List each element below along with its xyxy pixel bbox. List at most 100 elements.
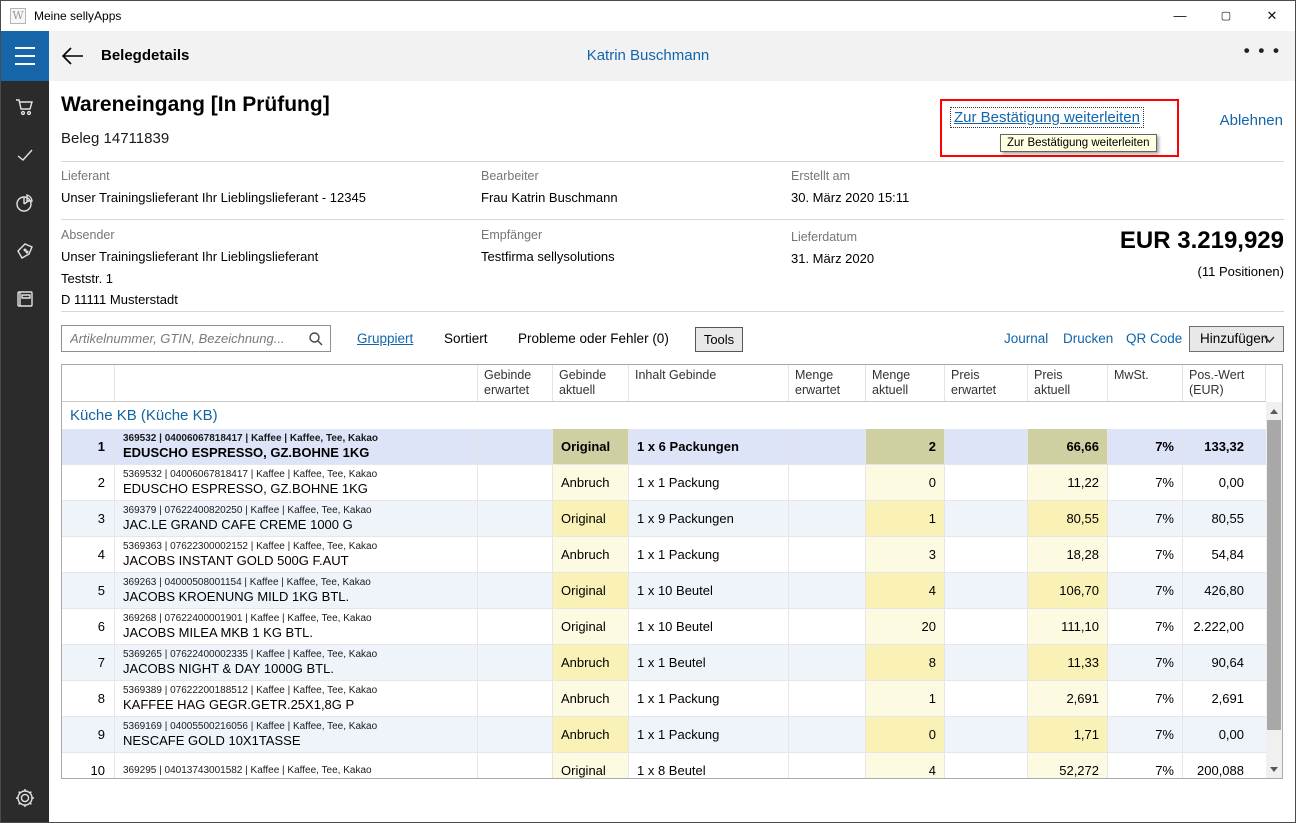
minimize-button[interactable]: — — [1157, 1, 1203, 31]
table-row[interactable]: 2 5369532 | 04006067818417 | Kaffee | Kaf… — [62, 465, 1266, 501]
preis-erwartet-cell — [945, 753, 1028, 779]
article-name: JACOBS KROENUNG MILD 1KG BTL. — [123, 589, 349, 604]
gebinde-erwartet-cell — [478, 681, 553, 716]
preis-aktuell-cell[interactable]: 111,10 — [1028, 609, 1108, 644]
sorted-toggle[interactable]: Sortiert — [444, 331, 488, 346]
row-number: 4 — [62, 537, 115, 572]
row-number: 3 — [62, 501, 115, 536]
mwst-cell: 7% — [1108, 501, 1183, 536]
preis-aktuell-cell[interactable]: 106,70 — [1028, 573, 1108, 608]
article-name: JACOBS INSTANT GOLD 500G F.AUT — [123, 553, 349, 568]
scrollbar-thumb[interactable] — [1267, 420, 1281, 730]
gebinde-erwartet-cell — [478, 753, 553, 779]
pos-wert-cell: 2,691 — [1183, 681, 1266, 716]
menge-aktuell-cell[interactable]: 0 — [866, 717, 945, 752]
gebinde-aktuell-cell[interactable]: Anbruch — [553, 645, 629, 680]
menge-aktuell-cell[interactable]: 1 — [866, 681, 945, 716]
menge-aktuell-cell[interactable]: 4 — [866, 573, 945, 608]
user-name[interactable]: Katrin Buschmann — [1, 47, 1295, 64]
table-row[interactable]: 1369532 | 04006067818417 | Kaffee | Kaff… — [62, 429, 1266, 465]
gebinde-aktuell-cell[interactable]: Anbruch — [553, 717, 629, 752]
gebinde-aktuell-cell[interactable]: Anbruch — [553, 537, 629, 572]
preis-erwartet-cell — [945, 645, 1028, 680]
menge-aktuell-cell[interactable]: 2 — [866, 429, 945, 464]
preis-erwartet-cell — [945, 537, 1028, 572]
preis-aktuell-cell[interactable]: 52,272 — [1028, 753, 1108, 779]
scroll-up-icon[interactable] — [1266, 403, 1282, 419]
forward-for-confirmation-link[interactable]: Zur Bestätigung weiterleiten — [950, 107, 1144, 128]
article-meta: 5369389 | 07622200188512 | Kaffee | Kaff… — [123, 685, 377, 697]
delivery-date-value: 31. März 2020 — [791, 251, 874, 266]
gebinde-aktuell-cell[interactable]: Anbruch — [553, 681, 629, 716]
row-number: 2 — [62, 465, 115, 500]
article-name: EDUSCHO ESPRESSO, GZ.BOHNE 1KG — [123, 445, 369, 460]
table-row[interactable]: 10369295 | 04013743001582 | Kaffee | Kaf… — [62, 753, 1266, 779]
gebinde-aktuell-cell[interactable]: Anbruch — [553, 465, 629, 500]
table-row[interactable]: 6369268 | 07622400001901 | Kaffee | Kaff… — [62, 609, 1266, 645]
inhalt-gebinde-cell: 1 x 8 Beutel — [629, 753, 789, 779]
preis-aktuell-cell[interactable]: 2,691 — [1028, 681, 1108, 716]
checkmark-icon[interactable] — [15, 145, 35, 165]
article-cell: 5369265 | 07622400002335 | Kaffee | Kaff… — [115, 645, 478, 680]
row-number: 7 — [62, 645, 115, 680]
grouped-toggle[interactable]: Gruppiert — [357, 331, 413, 346]
mwst-cell: 7% — [1108, 429, 1183, 464]
vertical-scrollbar[interactable] — [1266, 402, 1282, 778]
table-row[interactable]: 85369389 | 07622200188512 | Kaffee | Kaf… — [62, 681, 1266, 717]
sender-line3: D 11111 Musterstadt — [61, 292, 178, 307]
cart-icon[interactable] — [15, 97, 35, 117]
menge-aktuell-cell[interactable]: 3 — [866, 537, 945, 572]
article-meta: 5369532 | 04006067818417 | Kaffee | Kaff… — [123, 469, 377, 481]
recipient-value: Testfirma sellysolutions — [481, 249, 615, 264]
article-meta: 5369265 | 07622400002335 | Kaffee | Kaff… — [123, 649, 377, 661]
article-meta: 369295 | 04013743001582 | Kaffee | Kaffe… — [123, 765, 372, 777]
gebinde-aktuell-cell[interactable]: Original — [553, 573, 629, 608]
preis-aktuell-cell[interactable]: 1,71 — [1028, 717, 1108, 752]
preis-erwartet-cell — [945, 573, 1028, 608]
table-row[interactable]: 5369263 | 04000508001154 | Kaffee | Kaff… — [62, 573, 1266, 609]
preis-erwartet-cell — [945, 717, 1028, 752]
table-row[interactable]: 95369169 | 04005500216056 | Kaffee | Kaf… — [62, 717, 1266, 753]
scroll-down-icon[interactable] — [1266, 761, 1282, 777]
menge-aktuell-cell[interactable]: 4 — [866, 753, 945, 779]
created-value: 30. März 2020 15:11 — [791, 190, 909, 205]
print-link[interactable]: Drucken — [1063, 331, 1113, 346]
tag-icon[interactable] — [15, 241, 35, 261]
menge-aktuell-cell[interactable]: 8 — [866, 645, 945, 680]
settings-gear-icon[interactable] — [15, 788, 35, 808]
table-row[interactable]: 4 5369363 | 07622300002152 | Kaffee | Kaf… — [62, 537, 1266, 573]
preis-aktuell-cell[interactable]: 66,66 — [1028, 429, 1108, 464]
preis-aktuell-cell[interactable]: 11,33 — [1028, 645, 1108, 680]
article-cell: 369532 | 04006067818417 | Kaffee | Kaffe… — [115, 429, 478, 464]
more-options-icon[interactable]: • • • — [1244, 41, 1281, 61]
search-input[interactable] — [62, 326, 330, 351]
menge-aktuell-cell[interactable]: 1 — [866, 501, 945, 536]
qr-code-link[interactable]: QR Code — [1126, 331, 1182, 346]
column-header: Menge erwartet — [789, 365, 866, 401]
menge-aktuell-cell[interactable]: 20 — [866, 609, 945, 644]
maximize-button[interactable]: ▢ — [1203, 1, 1249, 31]
gebinde-aktuell-cell[interactable]: Original — [553, 501, 629, 536]
tools-button[interactable]: Tools — [695, 327, 743, 352]
preis-aktuell-cell[interactable]: 11,22 — [1028, 465, 1108, 500]
table-row[interactable]: 3369379 | 07622400820250 | Kaffee | Kaff… — [62, 501, 1266, 537]
preis-aktuell-cell[interactable]: 18,28 — [1028, 537, 1108, 572]
reject-link[interactable]: Ablehnen — [1220, 112, 1283, 129]
article-meta: 5369363 | 07622300002152 | Kaffee | Kaff… — [123, 541, 377, 553]
problems-errors-toggle[interactable]: Probleme oder Fehler (0) — [518, 331, 669, 346]
gebinde-aktuell-cell[interactable]: Original — [553, 609, 629, 644]
add-dropdown-button[interactable]: Hinzufügen — [1189, 326, 1284, 352]
group-header[interactable]: Küche KB (Küche KB) — [62, 402, 1282, 429]
menge-aktuell-cell[interactable]: 0 — [866, 465, 945, 500]
journal-link[interactable]: Journal — [1004, 331, 1048, 346]
table-row[interactable]: 7 5369265 | 07622400002335 | Kaffee | Kaf… — [62, 645, 1266, 681]
pie-chart-icon[interactable] — [15, 193, 35, 213]
article-name: JAC.LE GRAND CAFE CREME 1000 G — [123, 517, 353, 532]
close-button[interactable]: ✕ — [1249, 1, 1295, 31]
gebinde-aktuell-cell[interactable]: Original — [553, 429, 629, 464]
gebinde-aktuell-cell[interactable]: Original — [553, 753, 629, 779]
mwst-cell: 7% — [1108, 465, 1183, 500]
article-name: EDUSCHO ESPRESSO, GZ.BOHNE 1KG — [123, 481, 368, 496]
book-icon[interactable] — [15, 289, 35, 309]
preis-aktuell-cell[interactable]: 80,55 — [1028, 501, 1108, 536]
